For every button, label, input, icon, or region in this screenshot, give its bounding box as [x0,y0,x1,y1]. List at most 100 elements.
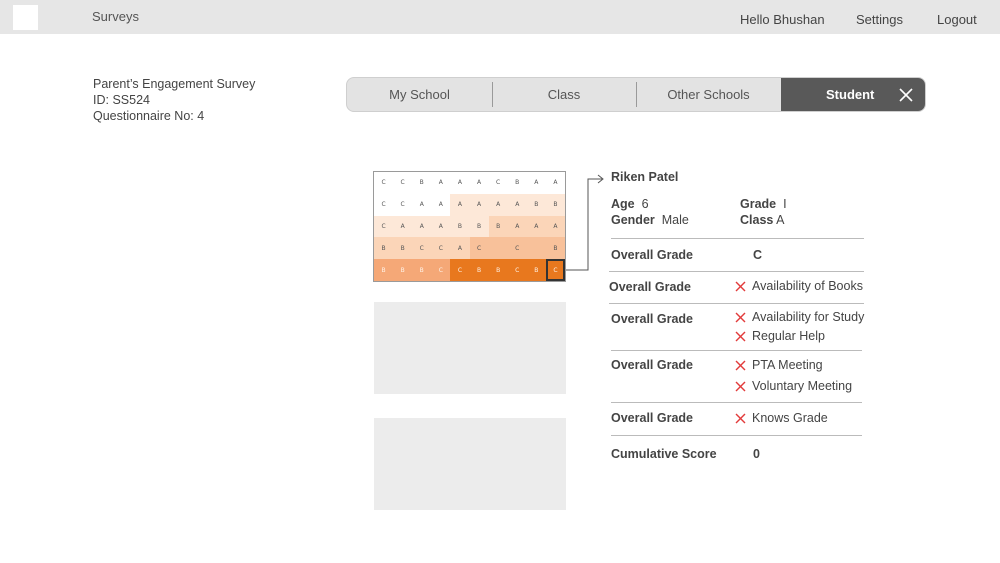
heatmap-cell[interactable]: A [431,172,451,194]
criterion-item: Knows Grade [735,411,828,425]
cross-icon [735,281,746,291]
heatmap-cell[interactable]: A [545,172,565,194]
settings-link[interactable]: Settings [856,12,903,27]
heatmap-cell[interactable] [526,237,546,260]
age-label: Age [611,197,635,211]
overall-grade-label: Overall Grade [611,248,693,262]
criterion-item: Regular Help [735,329,825,343]
tab-student-label: Student [826,87,875,102]
criterion-label: Voluntary Meeting [752,379,853,393]
heatmap-cell[interactable]: A [412,215,432,238]
heatmap-cell[interactable]: B [507,172,527,194]
tab-my-school[interactable]: My School [347,78,492,111]
cumulative-score-value: 0 [753,447,760,461]
grade-row: Grade I [740,197,787,211]
heatmap-cell[interactable]: B [374,237,394,260]
criteria-group-label: Overall Grade [611,411,693,425]
divider [609,303,864,304]
connector-arrow [566,174,604,271]
chart-placeholder-2 [374,418,566,510]
heatmap-cell[interactable]: A [431,193,451,216]
heatmap-cell[interactable]: B [488,215,508,238]
criteria-group-label: Overall Grade [611,312,693,326]
survey-info: Parent’s Engagement Survey ID: SS524 Que… [93,76,255,124]
heatmap-cell[interactable]: A [450,193,470,216]
divider [611,435,862,436]
criterion-label: Availability for Study [752,310,865,324]
heatmap-cell[interactable]: B [412,259,432,281]
heatmap-cell[interactable]: A [526,215,546,238]
heatmap-cell[interactable]: B [393,237,413,260]
heatmap-cell[interactable]: C [412,237,432,260]
heatmap-cell[interactable]: A [507,193,527,216]
greeting-link[interactable]: Hello Bhushan [740,12,825,27]
close-icon[interactable] [897,86,915,104]
heatmap-cell[interactable]: B [488,259,508,281]
heatmap-cell[interactable]: A [507,215,527,238]
criterion-item: PTA Meeting [735,358,823,372]
class-label: Class [740,213,774,227]
heatmap-cell[interactable]: A [431,215,451,238]
heatmap-cell[interactable]: C [507,237,527,260]
tab-other-schools[interactable]: Other Schools [636,78,781,111]
divider [609,271,864,272]
criterion-label: Knows Grade [752,411,828,425]
heatmap-cell[interactable]: B [412,172,432,194]
student-name: Riken Patel [611,170,679,184]
cross-icon [735,312,746,322]
heatmap-cell[interactable]: B [393,259,413,281]
criterion-item: Availability of Books [735,279,863,293]
age-row: Age 6 [611,197,649,211]
heatmap-cell[interactable]: B [526,193,546,216]
criterion-label: Availability of Books [752,279,863,293]
heatmap-cell[interactable]: C [507,259,527,281]
heatmap-cell[interactable]: A [545,215,565,238]
heatmap-cell[interactable]: A [526,172,546,194]
cross-icon [735,360,746,370]
heatmap-cell[interactable]: C [450,259,470,281]
logo[interactable] [13,5,38,30]
heatmap-cell[interactable]: A [469,193,489,216]
heatmap-cell[interactable]: B [450,215,470,238]
top-bar: Surveys Hello Bhushan Settings Logout [0,0,1000,34]
heatmap-cell[interactable]: B [374,259,394,281]
criterion-label: PTA Meeting [752,358,823,372]
heatmap-cell[interactable]: A [450,172,470,194]
age-value: 6 [641,197,649,211]
heatmap-cell[interactable]: A [488,193,508,216]
heatmap-cell[interactable]: B [526,259,546,281]
criteria-group-label: Overall Grade [611,358,693,372]
heatmap-cell[interactable]: B [545,237,565,260]
heatmap-cell[interactable]: C [374,193,394,216]
divider [611,238,864,239]
grade-label: Grade [740,197,777,211]
heatmap-cell[interactable]: B [469,259,489,281]
view-tabs: My School Class Other Schools Student [346,77,926,112]
heatmap-cell[interactable]: A [450,237,470,260]
heatmap-cell[interactable] [488,237,508,260]
overall-grade-value: C [753,248,763,262]
heatmap-cell[interactable]: C [374,215,394,238]
heatmap-cell[interactable]: C [431,237,451,260]
heatmap-cell[interactable]: B [469,215,489,238]
heatmap-cell[interactable]: C [431,259,451,281]
heatmap-cell[interactable]: B [545,193,565,216]
class-value: A [776,213,785,227]
heatmap-cell[interactable]: A [469,172,489,194]
gender-row: Gender Male [611,213,689,227]
heatmap-cell[interactable]: A [393,215,413,238]
heatmap-cell[interactable]: A [412,193,432,216]
heatmap-cell[interactable]: C [488,172,508,194]
heatmap-cell[interactable]: C [393,172,413,194]
heatmap-cell[interactable]: C [469,237,489,260]
cross-icon [735,381,746,391]
logout-link[interactable]: Logout [937,12,977,27]
criteria-group-label: Overall Grade [609,280,691,294]
tab-student[interactable]: Student [781,78,925,111]
app-title[interactable]: Surveys [92,9,139,24]
heatmap-cell[interactable]: C [374,172,394,194]
tab-class[interactable]: Class [492,78,636,111]
heatmap-cell[interactable]: C [545,259,565,281]
heatmap-cell[interactable]: C [393,193,413,216]
gender-value: Male [661,213,689,227]
